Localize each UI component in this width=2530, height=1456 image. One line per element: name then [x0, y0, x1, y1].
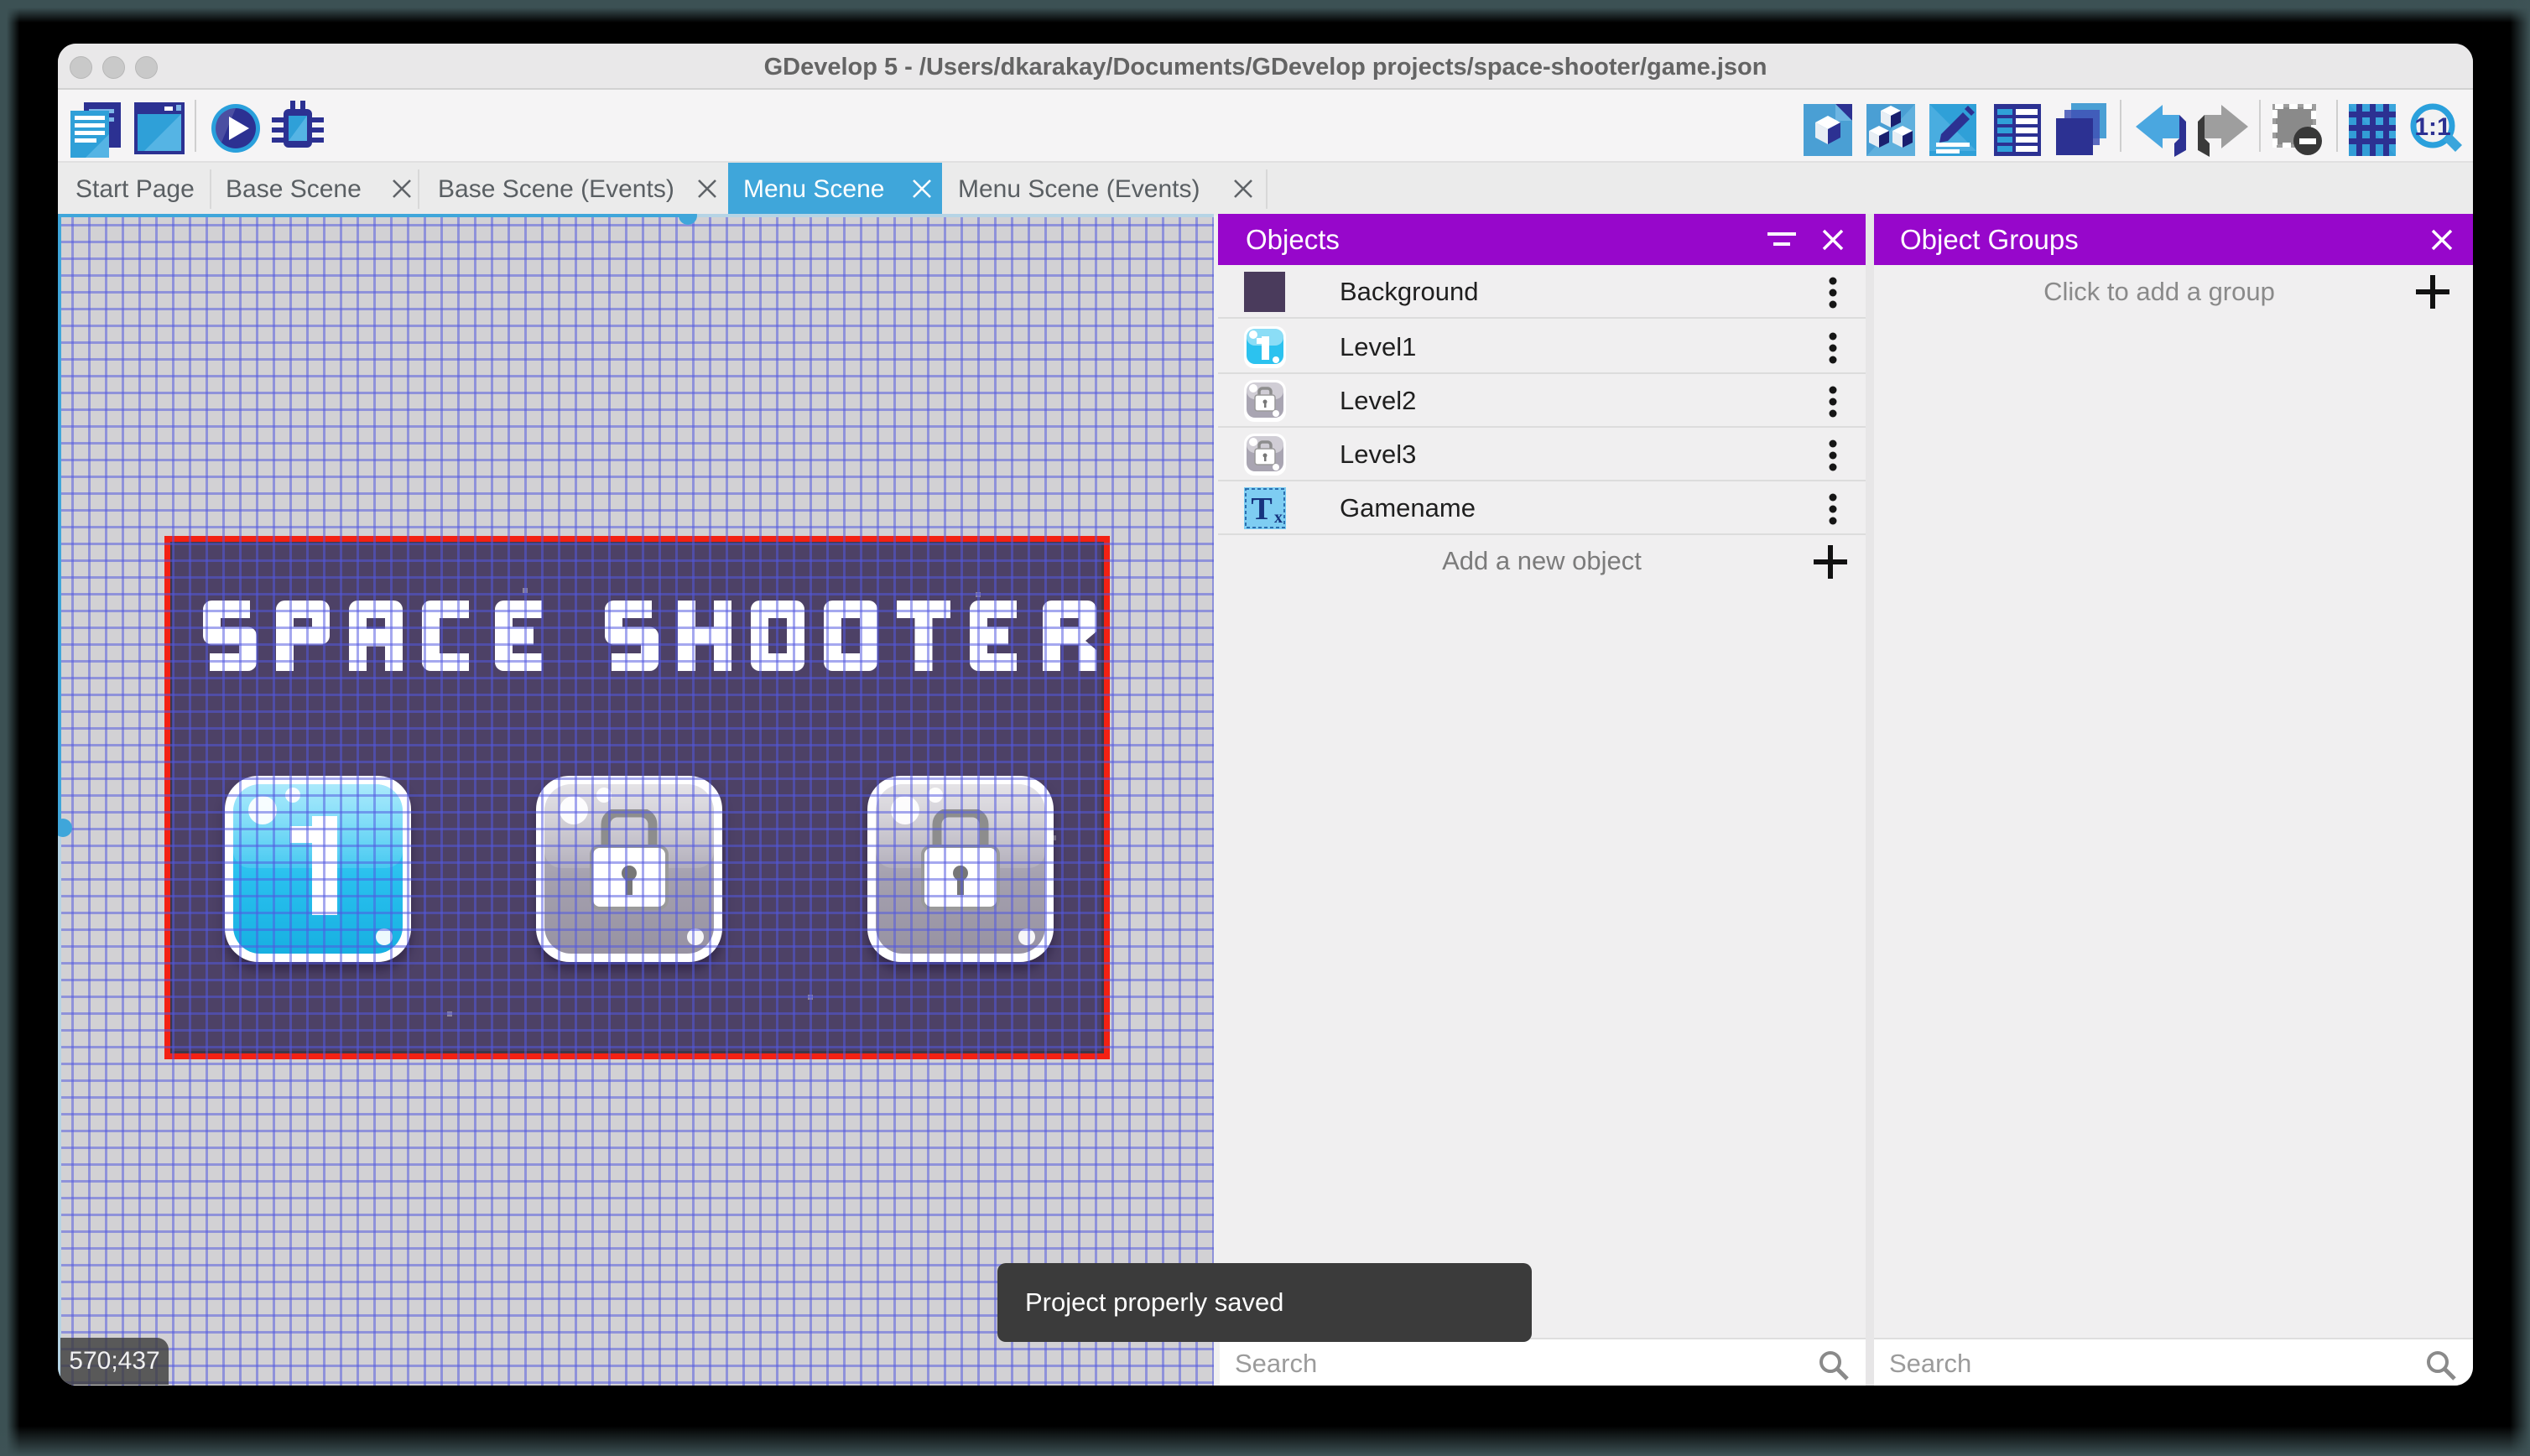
svg-text:x: x: [1274, 508, 1283, 527]
svg-text:T: T: [1251, 491, 1272, 527]
svg-text:1:1: 1:1: [2414, 113, 2450, 141]
